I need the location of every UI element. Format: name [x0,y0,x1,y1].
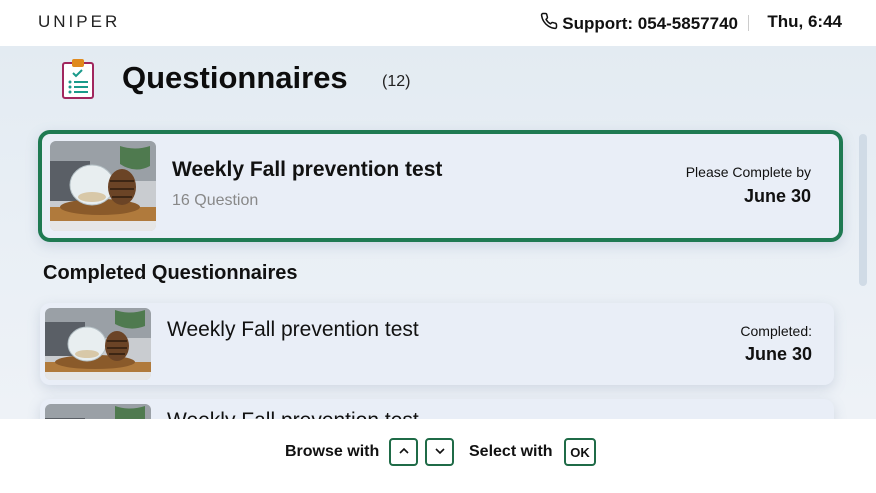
completed-label: Completed: [740,323,812,339]
completed-questionnaire-card[interactable]: Weekly Fall prevention test [40,399,834,419]
ok-key-button[interactable]: OK [564,438,596,466]
active-questionnaire-card[interactable]: Weekly Fall prevention test 16 Question … [38,130,843,242]
header-divider [748,15,749,31]
support-info: Support: 054-5857740 [540,12,738,35]
questionnaire-count: (12) [382,73,411,90]
questionnaire-title: Weekly Fall prevention test [172,158,443,181]
phone-icon [540,12,558,35]
top-bar: UNIPER Support: 054-5857740 Thu, 6:44 [0,0,876,46]
select-hint: Select with [469,443,553,460]
section-title-completed: Completed Questionnaires [43,262,298,284]
support-phone: Support: 054-5857740 [562,13,738,33]
questionnaire-title: Weekly Fall prevention test [167,409,419,419]
browse-hint: Browse with [285,443,380,460]
bottom-bar: Browse with Select with OK [0,419,876,493]
chevron-down-icon [433,444,447,461]
chevron-up-icon [397,444,411,461]
brand-logo: UNIPER [38,12,121,31]
due-date: June 30 [743,186,811,206]
question-count: 16 Question [172,192,259,209]
completed-questionnaire-card[interactable]: Weekly Fall prevention test Completed: J… [40,303,834,385]
completed-date: June 30 [744,344,812,364]
datetime: Thu, 6:44 [767,12,842,31]
questionnaire-title: Weekly Fall prevention test [167,318,419,341]
questionnaire-thumbnail [45,404,151,419]
clipboard-icon [60,58,96,100]
main-content: Questionnaires (12) Weekly Fall preventi… [0,46,876,419]
questionnaire-thumbnail [45,308,151,380]
scrollbar[interactable] [859,134,867,286]
up-key-button[interactable] [389,438,418,466]
questionnaire-thumbnail [50,141,156,231]
page-title: Questionnaires [122,60,348,95]
down-key-button[interactable] [425,438,454,466]
due-label: Please Complete by [685,164,811,180]
